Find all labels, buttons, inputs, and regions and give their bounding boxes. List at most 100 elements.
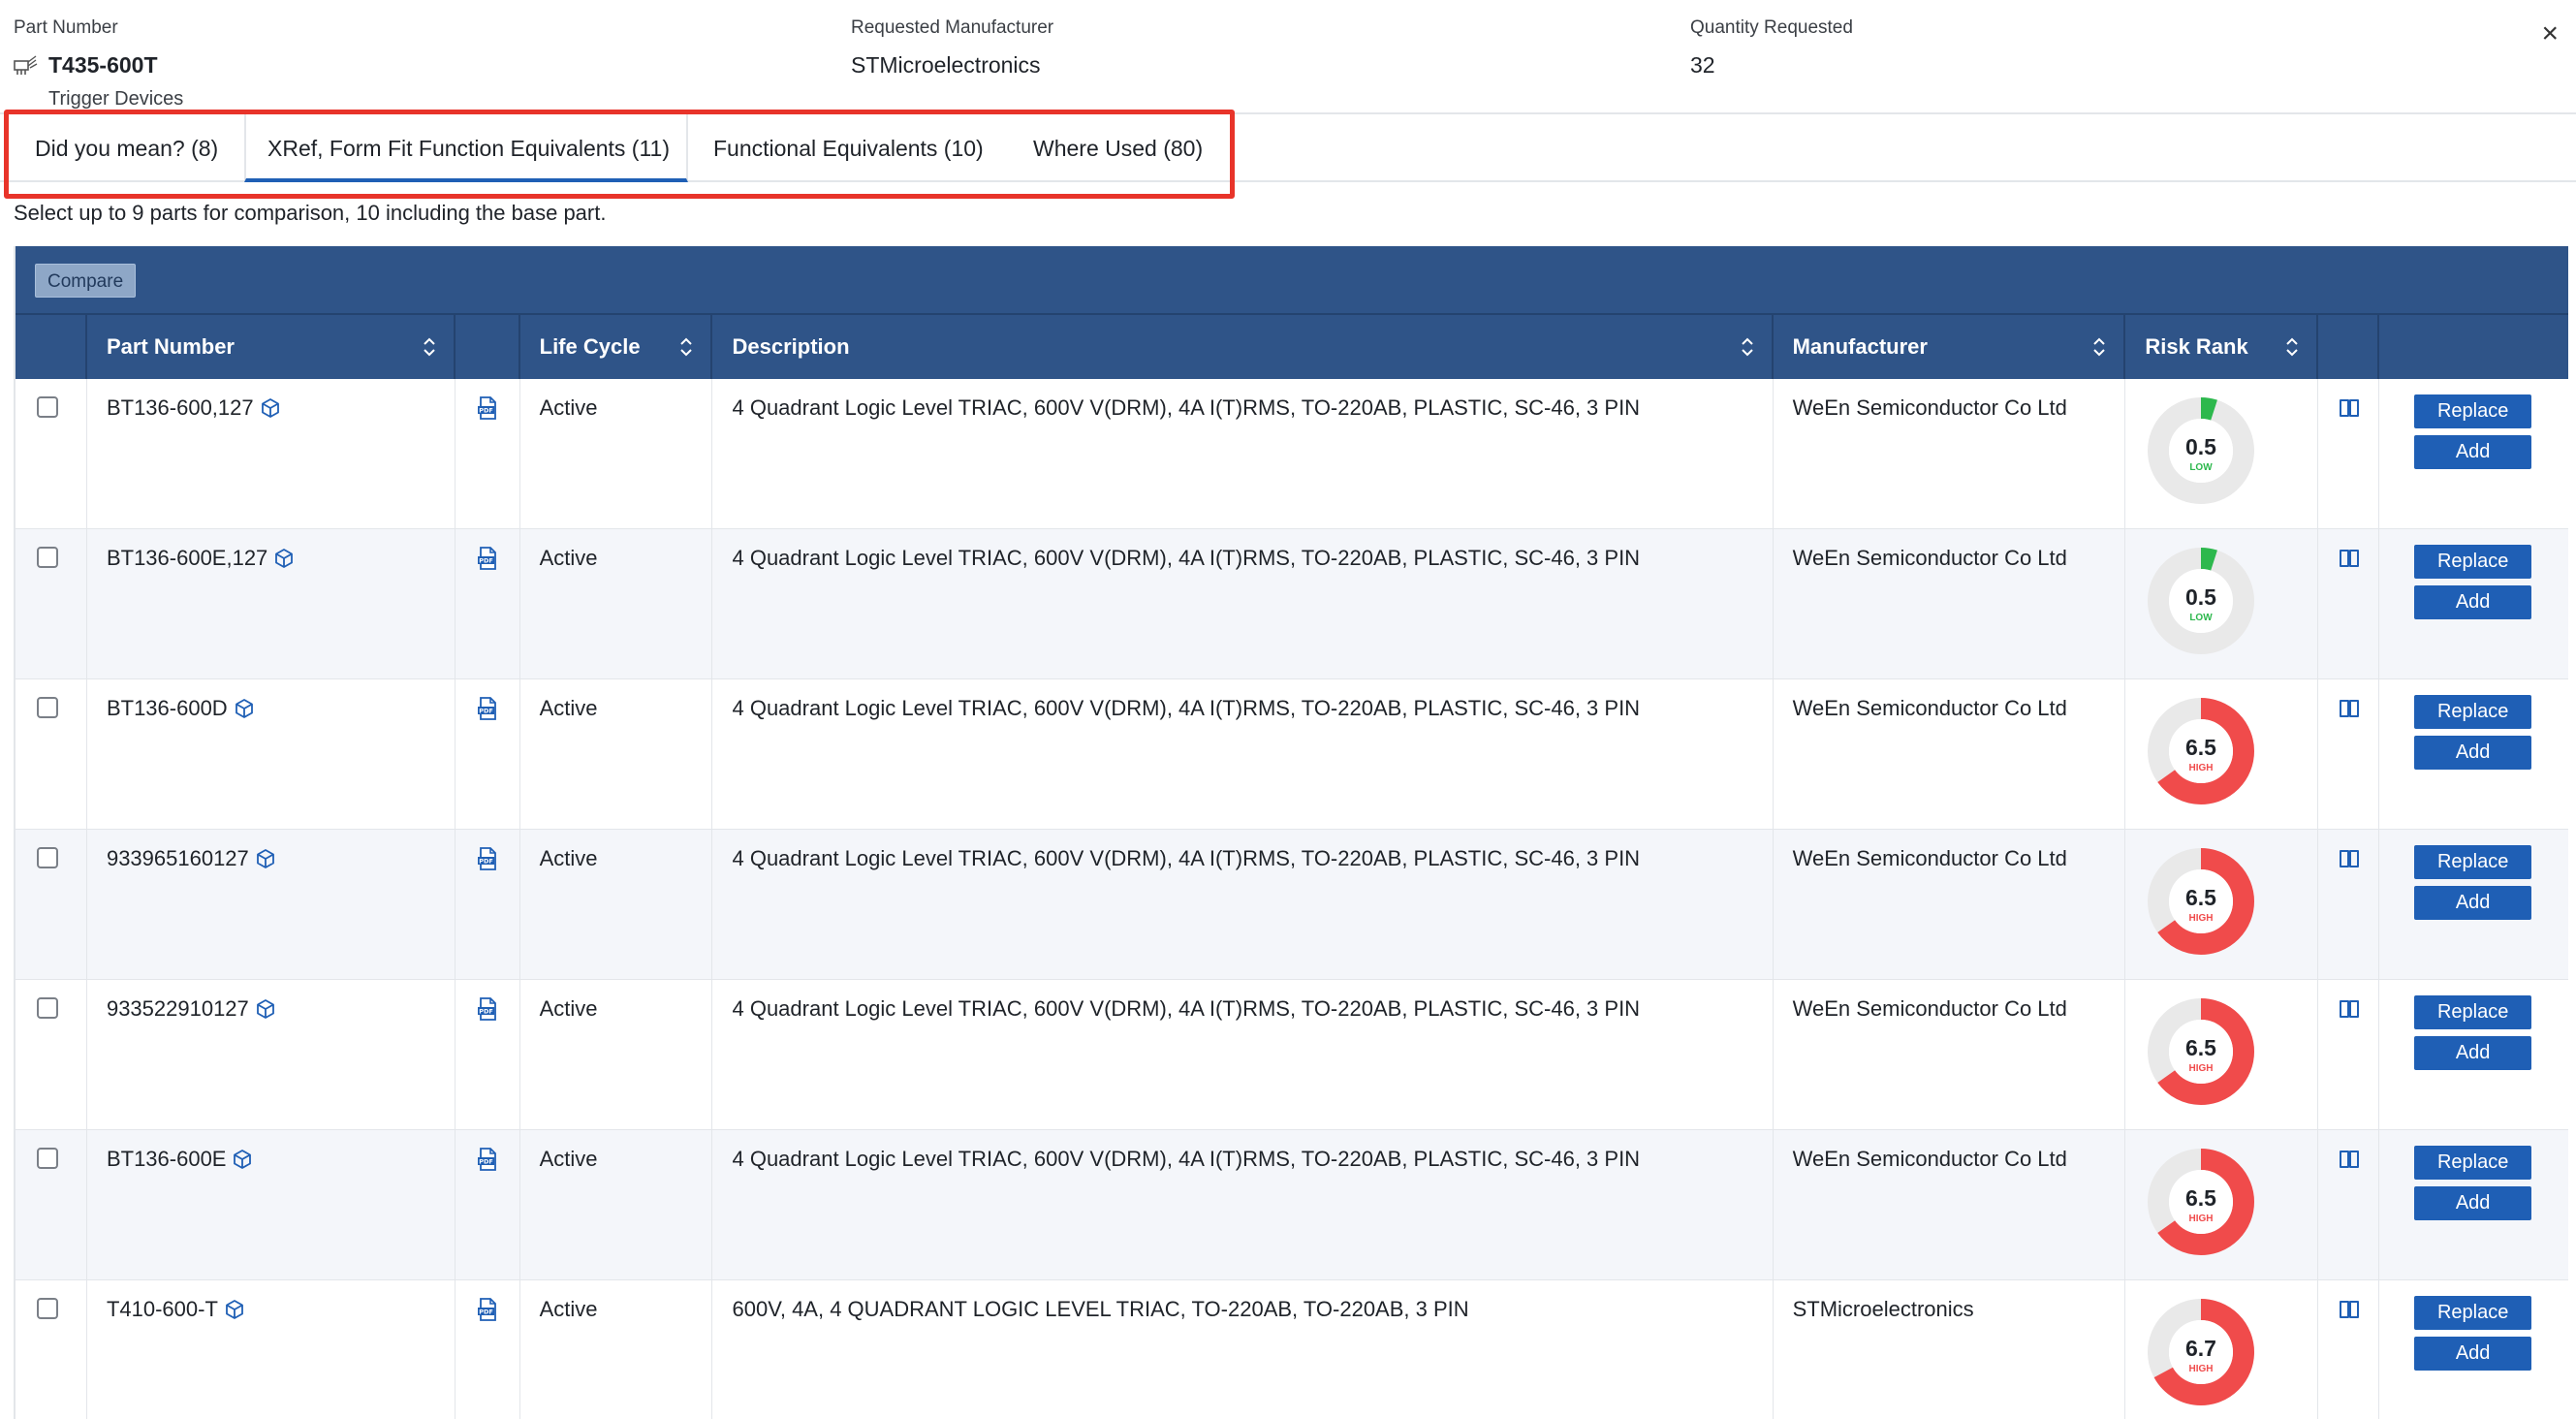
cad-model-icon[interactable] [255, 998, 276, 1020]
row-select-cell [16, 1130, 87, 1280]
row-part-number[interactable]: BT136-600D [107, 695, 228, 722]
compare-icon[interactable] [2338, 547, 2361, 570]
row-life-cycle: Active [539, 546, 598, 570]
replace-button[interactable]: Replace [2414, 845, 2532, 879]
risk-value: 6.5 [2185, 1185, 2216, 1211]
close-icon[interactable]: × [2541, 17, 2559, 50]
row-part-number[interactable]: BT136-600,127 [107, 394, 254, 422]
compare-icon[interactable] [2338, 1148, 2361, 1171]
risk-rank-gauge: 0.5 LOW [2148, 397, 2255, 504]
row-checkbox[interactable] [37, 997, 58, 1019]
row-part-number[interactable]: 933965160127 [107, 845, 249, 872]
row-description: 4 Quadrant Logic Level TRIAC, 600V V(DRM… [732, 395, 1641, 420]
manufacturer-label: Requested Manufacturer [851, 17, 1054, 38]
description-cell: 4 Quadrant Logic Level TRIAC, 600V V(DRM… [712, 379, 1774, 529]
add-button[interactable]: Add [2414, 1337, 2532, 1371]
row-checkbox[interactable] [37, 847, 58, 868]
cad-model-icon[interactable] [232, 1149, 253, 1170]
add-button[interactable]: Add [2414, 585, 2532, 619]
row-checkbox[interactable] [37, 1148, 58, 1169]
results-table: Compare Part Number Life Cycle Descripti… [14, 246, 2568, 1419]
pdf-datasheet-icon[interactable]: PDF [477, 396, 498, 420]
row-select-cell [16, 980, 87, 1130]
tab-did-you-mean[interactable]: Did you mean? (8) [14, 114, 239, 182]
row-checkbox[interactable] [37, 697, 58, 718]
column-header-life-cycle[interactable]: Life Cycle [520, 315, 713, 379]
manufacturer-cell: WeEn Semiconductor Co Ltd [1774, 379, 2126, 529]
row-checkbox[interactable] [37, 1298, 58, 1319]
table-row: T410-600-T PDF Active 600V, 4A, 4 QUADRA… [16, 1280, 2568, 1419]
datasheet-column-header [456, 315, 520, 379]
pdf-datasheet-icon[interactable]: PDF [477, 547, 498, 570]
replace-button[interactable]: Replace [2414, 695, 2532, 729]
table-row: BT136-600,127 PDF Active 4 Quadrant Logi… [16, 379, 2568, 529]
pdf-datasheet-icon[interactable]: PDF [477, 847, 498, 870]
life-cycle-cell: Active [520, 980, 713, 1130]
add-button[interactable]: Add [2414, 886, 2532, 920]
column-header-part-number-label: Part Number [106, 334, 235, 359]
sort-icon[interactable] [2285, 337, 2299, 357]
risk-value: 6.5 [2185, 885, 2216, 910]
column-header-manufacturer[interactable]: Manufacturer [1774, 315, 2126, 379]
risk-rank-cell: 6.5 HIGH [2125, 830, 2319, 980]
sort-icon[interactable] [679, 337, 693, 357]
row-manufacturer: WeEn Semiconductor Co Ltd [1792, 846, 2067, 870]
row-select-cell [16, 830, 87, 980]
manufacturer-cell: STMicroelectronics [1774, 1280, 2126, 1419]
replace-button[interactable]: Replace [2414, 394, 2532, 428]
row-checkbox[interactable] [37, 396, 58, 418]
svg-text:PDF: PDF [479, 1158, 493, 1166]
row-description: 4 Quadrant Logic Level TRIAC, 600V V(DRM… [732, 1147, 1641, 1171]
manufacturer-section: Requested Manufacturer STMicroelectronic… [851, 17, 1053, 79]
replace-button[interactable]: Replace [2414, 545, 2532, 579]
pdf-datasheet-icon[interactable]: PDF [477, 697, 498, 720]
replace-button[interactable]: Replace [2414, 1296, 2532, 1330]
column-header-risk-rank[interactable]: Risk Rank [2125, 315, 2319, 379]
actions-cell: Replace Add [2379, 1280, 2568, 1419]
row-manufacturer: WeEn Semiconductor Co Ltd [1792, 1147, 2067, 1171]
pdf-datasheet-icon[interactable]: PDF [477, 1148, 498, 1171]
cad-model-icon[interactable] [260, 397, 281, 419]
compare-icon[interactable] [2338, 697, 2361, 720]
compare-icon[interactable] [2338, 847, 2361, 870]
tab-where-used[interactable]: Where Used (80) [1012, 114, 1224, 182]
cad-model-icon[interactable] [273, 548, 295, 569]
svg-text:PDF: PDF [479, 1309, 493, 1316]
part-number-cell: BT136-600E [87, 1130, 456, 1280]
compare-icon[interactable] [2338, 396, 2361, 420]
part-number-cell: 933522910127 [87, 980, 456, 1130]
column-header-description[interactable]: Description [712, 315, 1774, 379]
svg-text:PDF: PDF [479, 858, 493, 866]
row-part-number[interactable]: 933522910127 [107, 995, 249, 1023]
add-button[interactable]: Add [2414, 736, 2532, 770]
add-button[interactable]: Add [2414, 435, 2532, 469]
row-checkbox[interactable] [37, 547, 58, 568]
cad-model-icon[interactable] [234, 698, 255, 719]
cad-model-icon[interactable] [255, 848, 276, 869]
part-number: T435-600T [48, 52, 158, 78]
replace-button[interactable]: Replace [2414, 995, 2532, 1029]
manufacturer-cell: WeEn Semiconductor Co Ltd [1774, 679, 2126, 830]
pdf-datasheet-icon[interactable]: PDF [477, 997, 498, 1021]
sort-icon[interactable] [423, 337, 436, 357]
add-button[interactable]: Add [2414, 1036, 2532, 1070]
tab-xref-equivalents[interactable]: XRef, Form Fit Function Equivalents (11) [244, 114, 688, 182]
actions-cell: Replace Add [2379, 830, 2568, 980]
column-header-part-number[interactable]: Part Number [87, 315, 456, 379]
tab-functional-equivalents[interactable]: Functional Equivalents (10) [692, 114, 1005, 182]
pdf-datasheet-icon[interactable]: PDF [477, 1298, 498, 1321]
manufacturer-cell: WeEn Semiconductor Co Ltd [1774, 1130, 2126, 1280]
row-part-number[interactable]: T410-600-T [107, 1296, 218, 1323]
compare-icon[interactable] [2338, 997, 2361, 1021]
compare-button[interactable]: Compare [35, 264, 137, 298]
cad-model-icon[interactable] [224, 1299, 245, 1320]
sort-icon[interactable] [1741, 337, 1754, 357]
compare-icon[interactable] [2338, 1298, 2361, 1321]
replace-button[interactable]: Replace [2414, 1146, 2532, 1180]
add-button[interactable]: Add [2414, 1186, 2532, 1220]
row-part-number[interactable]: BT136-600E,127 [107, 545, 267, 572]
row-part-number[interactable]: BT136-600E [107, 1146, 227, 1173]
row-life-cycle: Active [539, 846, 598, 870]
sort-icon[interactable] [2092, 337, 2106, 357]
actions-cell: Replace Add [2379, 379, 2568, 529]
